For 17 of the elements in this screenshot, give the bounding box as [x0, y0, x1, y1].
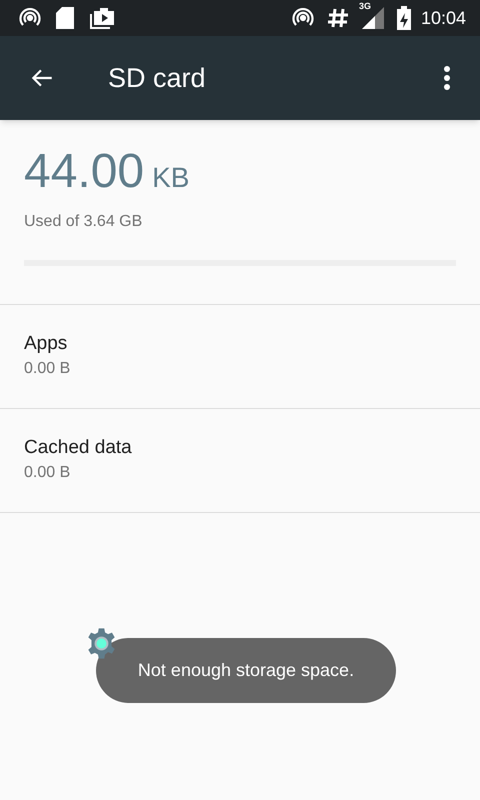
page-title: SD card — [108, 62, 206, 95]
more-options-icon — [443, 65, 451, 91]
network-type-label: 3G — [358, 2, 371, 11]
storage-category-item[interactable]: Cached data 0.00 B — [0, 409, 480, 513]
hash-icon — [326, 7, 349, 29]
toast-message: Not enough storage space. — [138, 659, 354, 682]
clock: 10:04 — [420, 6, 466, 30]
battery-charging-icon — [396, 6, 411, 30]
storage-category-item[interactable]: Apps 0.00 B — [0, 305, 480, 409]
category-title: Apps — [24, 332, 68, 356]
used-unit: KB — [152, 164, 190, 192]
category-title: Cached data — [24, 436, 133, 460]
category-size: 0.00 B — [24, 359, 72, 380]
category-size: 0.00 B — [24, 463, 72, 484]
sd-card-icon — [56, 7, 74, 29]
used-amount: 44.00 — [24, 148, 144, 196]
storage-summary: Used of 3.64 GB — [24, 212, 144, 232]
